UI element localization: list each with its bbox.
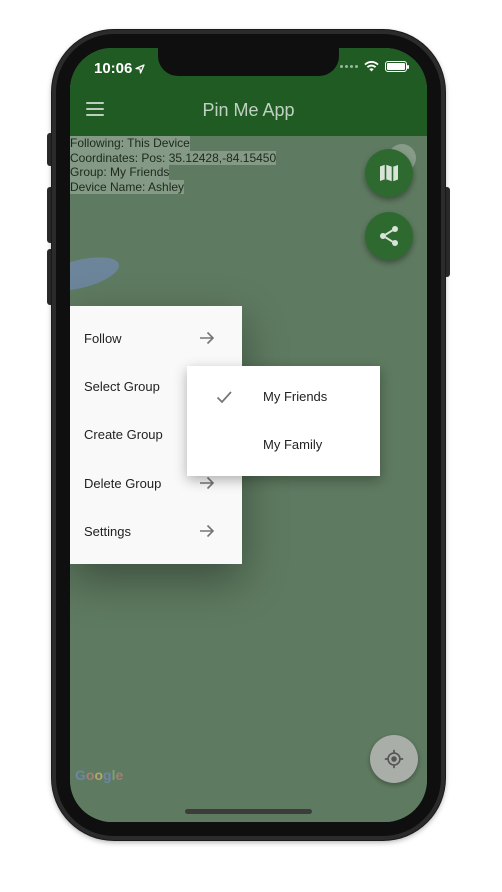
cellular-signal-icon xyxy=(340,65,358,68)
location-arrow-icon xyxy=(135,63,146,74)
status-icons xyxy=(340,61,409,72)
select-group-submenu: My Friends My Family xyxy=(187,366,380,476)
group-text: Group: My Friends xyxy=(70,165,170,180)
my-location-icon xyxy=(384,749,404,769)
my-location-button[interactable] xyxy=(370,735,418,783)
app-bar: 10:06 Pin Me App xyxy=(70,48,427,136)
share-button[interactable] xyxy=(365,212,413,260)
menu-item-follow[interactable]: Follow xyxy=(70,314,242,362)
submenu-item-my-friends[interactable]: My Friends xyxy=(187,373,380,421)
google-logo: Google xyxy=(75,767,124,783)
page-title: Pin Me App xyxy=(202,100,295,120)
battery-icon xyxy=(385,61,409,72)
menu-item-label: Settings xyxy=(84,523,131,539)
status-time-text: 10:06 xyxy=(94,60,133,77)
submenu-item-label: My Friends xyxy=(263,389,328,404)
menu-item-label: Follow xyxy=(84,330,122,346)
phone-screen: 10:06 Pin Me App Following: This Device … xyxy=(70,48,427,822)
map-icon xyxy=(380,164,398,182)
arrow-right-icon xyxy=(200,524,215,538)
share-icon xyxy=(380,226,398,246)
submenu-item-my-family[interactable]: My Family xyxy=(187,421,380,469)
menu-item-label: Select Group xyxy=(84,378,160,394)
status-time: 10:06 xyxy=(94,60,146,77)
map-water-area xyxy=(70,250,123,298)
wifi-icon xyxy=(364,61,379,72)
device-name-text: Device Name: Ashley xyxy=(70,179,185,194)
submenu-item-label: My Family xyxy=(263,437,323,452)
menu-item-label: Create Group xyxy=(84,426,163,442)
arrow-right-icon xyxy=(200,476,215,490)
checkmark-icon xyxy=(216,391,232,404)
home-indicator xyxy=(185,809,312,814)
coordinates-text: Coordinates: Pos: 35.12428,-84.15450 xyxy=(70,150,277,165)
notch xyxy=(158,48,339,76)
arrow-right-icon xyxy=(200,331,215,345)
following-text: Following: This Device xyxy=(70,136,190,151)
device-info-overlay: Following: This Device Coordinates: Pos:… xyxy=(70,136,277,194)
map-type-button[interactable] xyxy=(365,149,413,197)
menu-item-settings[interactable]: Settings xyxy=(70,507,242,555)
menu-item-label: Delete Group xyxy=(84,475,162,491)
